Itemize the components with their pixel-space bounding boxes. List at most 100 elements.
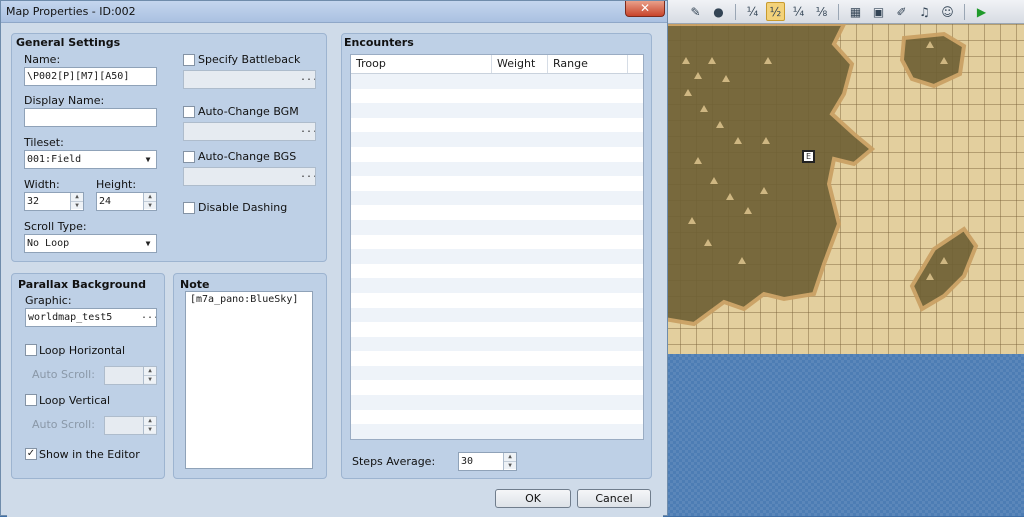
troop-table[interactable]: Troop Weight Range (350, 54, 644, 440)
steps-average-input[interactable]: 30 ▲ ▼ (458, 452, 517, 471)
table-row[interactable] (351, 395, 643, 410)
column-header-range[interactable]: Range (548, 55, 628, 73)
sound-icon[interactable]: ♫ (915, 2, 934, 21)
graphic-field[interactable]: worldmap_test5 ... (25, 308, 157, 327)
circle-icon[interactable]: ● (709, 2, 728, 21)
disable-dashing-checkbox[interactable] (183, 202, 195, 214)
half-zoom-icon[interactable]: ½ (766, 2, 785, 21)
resource-icon[interactable]: ▣ (869, 2, 888, 21)
character-icon[interactable]: ☺ (938, 2, 957, 21)
chevron-down-icon[interactable]: ▼ (142, 151, 154, 168)
general-settings-panel: General Settings Name: \P002[P][M7][A50]… (11, 33, 327, 262)
specify-battleback-label[interactable]: Specify Battleback (198, 53, 300, 66)
event-marker[interactable]: E (802, 150, 815, 163)
table-row[interactable] (351, 89, 643, 104)
tileset-label: Tileset: (24, 136, 64, 149)
spin-down-icon[interactable]: ▼ (504, 461, 516, 469)
bgs-field: ... (183, 167, 316, 186)
display-name-label: Display Name: (24, 94, 105, 107)
auto-change-bgm-label[interactable]: Auto-Change BGM (198, 105, 299, 118)
table-row[interactable] (351, 307, 643, 323)
table-row[interactable] (351, 176, 643, 191)
graphic-value: worldmap_test5 (28, 312, 113, 323)
close-button[interactable]: ✕ (625, 1, 665, 17)
ok-button[interactable]: OK (495, 489, 571, 508)
map-editor: ✎ ● ¼ ½ ¼ ⅛ ▦ ▣ ✐ ♫ ☺ ▶ E (664, 0, 1024, 516)
table-row[interactable] (351, 424, 643, 439)
table-row[interactable] (351, 293, 643, 308)
title-bar[interactable]: Map Properties - ID:002 ✕ (1, 1, 667, 23)
tileset-select[interactable]: 001:Field ▼ (24, 150, 157, 169)
show-in-editor-checkbox[interactable]: ✓ (25, 448, 37, 460)
cancel-button[interactable]: Cancel (577, 489, 651, 508)
database-icon[interactable]: ▦ (846, 2, 865, 21)
map-outside-area (664, 354, 1024, 516)
table-row[interactable] (351, 103, 643, 118)
play-icon[interactable]: ▶ (972, 2, 991, 21)
table-row[interactable] (351, 118, 643, 133)
editor-toolbar: ✎ ● ¼ ½ ¼ ⅛ ▦ ▣ ✐ ♫ ☺ ▶ (664, 0, 1024, 24)
table-row[interactable] (351, 219, 643, 235)
pencil-icon[interactable]: ✎ (686, 2, 705, 21)
auto-change-bgm-checkbox[interactable] (183, 106, 195, 118)
loop-vertical-checkbox[interactable] (25, 394, 37, 406)
table-row[interactable] (351, 365, 643, 381)
loop-vertical-label[interactable]: Loop Vertical (39, 394, 110, 407)
spin-up-icon[interactable]: ▲ (71, 193, 83, 201)
table-row[interactable] (351, 336, 643, 352)
table-row[interactable] (351, 322, 643, 337)
disable-dashing-label[interactable]: Disable Dashing (198, 201, 287, 214)
chevron-down-icon[interactable]: ▼ (142, 235, 154, 252)
height-input[interactable]: 24 ▲ ▼ (96, 192, 157, 211)
note-textarea[interactable]: [m7a_pano:BlueSky] (185, 291, 313, 469)
eighth-zoom-icon[interactable]: ⅛ (812, 2, 831, 21)
width-spinner[interactable]: ▲ ▼ (70, 193, 83, 210)
spin-up-icon[interactable]: ▲ (504, 453, 516, 461)
table-row[interactable] (351, 161, 643, 177)
width-value: 32 (27, 196, 40, 207)
auto-scroll-horizontal-spinner: ▲ ▼ (143, 367, 156, 384)
table-row[interactable] (351, 74, 643, 89)
spin-up-icon[interactable]: ▲ (144, 193, 156, 201)
table-row[interactable] (351, 132, 643, 147)
auto-scroll-vertical-spinner: ▲ ▼ (143, 417, 156, 434)
auto-change-bgs-label[interactable]: Auto-Change BGS (198, 150, 296, 163)
auto-change-bgs-checkbox[interactable] (183, 151, 195, 163)
spin-down-icon[interactable]: ▼ (71, 201, 83, 209)
quarter-zoom-icon[interactable]: ¼ (743, 2, 762, 21)
script-icon[interactable]: ✐ (892, 2, 911, 21)
table-row[interactable] (351, 264, 643, 279)
tileset-value: 001:Field (27, 154, 82, 165)
width-input[interactable]: 32 ▲ ▼ (24, 192, 84, 211)
browse-graphic-button[interactable]: ... (141, 310, 156, 325)
steps-average-spinner[interactable]: ▲ ▼ (503, 453, 516, 470)
specify-battleback-checkbox[interactable] (183, 54, 195, 66)
table-row[interactable] (351, 351, 643, 366)
table-row[interactable] (351, 380, 643, 395)
battleback-field: ... (183, 70, 316, 89)
loop-horizontal-label[interactable]: Loop Horizontal (39, 344, 125, 357)
map-canvas[interactable]: E (664, 24, 1024, 354)
table-row[interactable] (351, 235, 643, 250)
table-row[interactable] (351, 278, 643, 293)
spin-down-icon: ▼ (144, 375, 156, 383)
spin-down-icon: ▼ (144, 425, 156, 433)
height-spinner[interactable]: ▲ ▼ (143, 193, 156, 210)
display-name-input[interactable] (24, 108, 157, 127)
column-header-weight[interactable]: Weight (492, 55, 548, 73)
table-row[interactable] (351, 147, 643, 162)
scroll-type-select[interactable]: No Loop ▼ (24, 234, 157, 253)
table-row[interactable] (351, 205, 643, 220)
table-row[interactable] (351, 190, 643, 206)
show-in-editor-label[interactable]: Show in the Editor (39, 448, 140, 461)
spin-down-icon[interactable]: ▼ (144, 201, 156, 209)
table-row[interactable] (351, 410, 643, 425)
name-input[interactable]: \P002[P][M7][A50] (24, 67, 157, 86)
column-header-troop[interactable]: Troop (351, 55, 492, 73)
table-row[interactable] (351, 249, 643, 264)
quarter-zoom-alt-icon[interactable]: ¼ (789, 2, 808, 21)
loop-horizontal-checkbox[interactable] (25, 344, 37, 356)
toolbar-separator (838, 3, 839, 20)
name-label: Name: (24, 53, 61, 66)
browse-bgm-button: ... (300, 124, 315, 135)
